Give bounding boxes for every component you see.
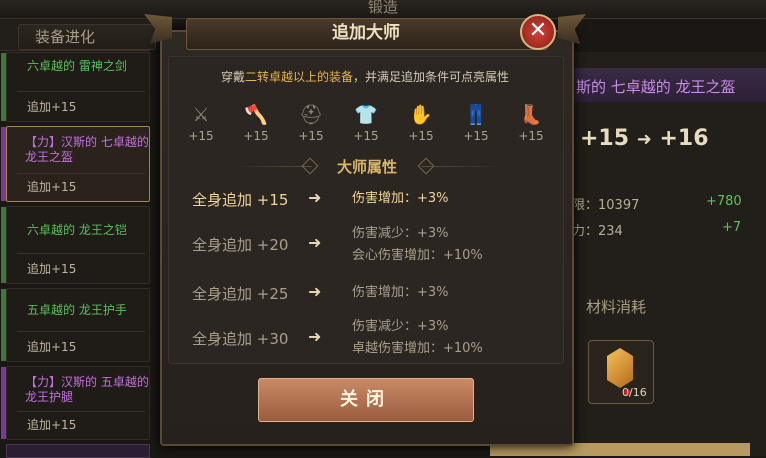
attr-effect: 会心伤害增加：+10%	[352, 248, 483, 263]
item-name: 五卓越的 龙王护手	[27, 303, 127, 317]
crystal-icon	[607, 348, 633, 388]
arrow-right-icon: ➜	[308, 282, 322, 301]
slot-level: +15	[353, 129, 379, 143]
gauntlet-icon: ✋	[409, 104, 433, 126]
slot-level: +15	[298, 129, 324, 143]
item-level: 追加+15	[27, 262, 77, 276]
axe-icon: 🪓	[244, 104, 268, 126]
level-from: +15	[580, 126, 630, 151]
arrow-right-icon: ➜	[308, 327, 322, 346]
boots-icon: 👢	[519, 104, 543, 126]
helmet-icon: ⛑	[298, 104, 324, 126]
armor-icon: 👕	[354, 104, 378, 126]
dialog-title: 追加大师	[332, 23, 400, 43]
attr-effect: 伤害减少：+3%	[352, 226, 449, 241]
item-name: 【力】汉斯的 五卓越的 龙王护腿	[25, 375, 149, 404]
attr-requirement: 全身追加 +30	[192, 330, 289, 348]
equipment-list-item[interactable]: 六卓越的 雷神之剑 追加+15	[1, 52, 150, 122]
attr-effect: 伤害增加：+3%	[352, 191, 449, 206]
attr-effect: 伤害减少：+3%	[352, 319, 449, 334]
materials-title: 材料消耗	[586, 298, 647, 316]
section-title: 大师属性	[336, 158, 397, 176]
attr-effect: 卓越伤害增加：+10%	[352, 341, 483, 356]
equipment-list-item-selected[interactable]: 【力】汉斯的 七卓越的 龙王之盔 追加+15	[1, 126, 150, 202]
pants-icon: 👖	[464, 104, 488, 126]
item-level: 追加+15	[27, 180, 77, 194]
equipment-list-item[interactable]: 六卓越的 龙王之铠 追加+15	[1, 206, 150, 284]
requirement-hint: 穿戴二转卓越以上的装备，并满足追加条件可点亮属性	[168, 68, 562, 85]
arrow-right-icon: ➜	[308, 188, 322, 207]
slot-level: +15	[518, 129, 544, 143]
arrow-right-icon: ➜	[636, 129, 652, 150]
divider-right	[422, 166, 502, 167]
hint-text-pre: 穿戴	[220, 70, 245, 84]
attr-requirement: 全身追加 +25	[192, 285, 289, 303]
divider-left	[232, 166, 312, 167]
item-name: 【力】汉斯的 七卓越的 龙王之盔	[25, 135, 149, 164]
stat-add-1: +780	[706, 194, 742, 209]
sword-icon: ⚔	[192, 104, 210, 126]
slot-level: +15	[243, 129, 269, 143]
attr-requirement: 全身追加 +20	[192, 236, 289, 254]
slot-level: +15	[408, 129, 434, 143]
upgrade-item-title: 斯的 七卓越的 龙王之盔	[568, 68, 766, 102]
hint-highlight: 二转卓越以上的装备	[244, 70, 353, 84]
attr-requirement: 全身追加 +15	[192, 191, 289, 209]
equipment-list-item[interactable]: 五卓越的 龙王护手 追加+15	[1, 288, 150, 362]
level-to: +16	[659, 126, 709, 151]
level-change: +15 ➜ +16	[580, 126, 709, 151]
item-level: 追加+15	[27, 100, 77, 114]
stat-row-2: 力：234	[572, 224, 623, 239]
close-button[interactable]: 关闭	[258, 378, 474, 422]
close-icon[interactable]: ✕	[520, 14, 556, 50]
arrow-right-icon: ➜	[308, 233, 322, 252]
upgrade-item-name: 斯的 七卓越的 龙王之盔	[576, 78, 736, 96]
hint-text-post: ，并满足追加条件可点亮属性	[353, 70, 510, 84]
slot-level: +15	[188, 129, 214, 143]
tab-equip-evolve[interactable]: 装备进化	[18, 24, 156, 50]
item-name: 六卓越的 龙王之铠	[27, 223, 127, 237]
equipment-list-item[interactable]: 【力】汉斯的 五卓越的 龙王护腿 追加+15	[1, 366, 150, 440]
material-count: 0/16	[622, 386, 647, 399]
attr-effect: 伤害增加：+3%	[352, 285, 449, 300]
item-name: 六卓越的 雷神之剑	[27, 59, 127, 73]
item-level: 追加+15	[27, 418, 77, 432]
item-level: 追加+15	[27, 340, 77, 354]
stat-add-2: +7	[722, 220, 742, 235]
slot-level: +15	[463, 129, 489, 143]
forge-title: 锻造	[367, 0, 398, 16]
stat-row-1: 限：10397	[572, 198, 640, 213]
